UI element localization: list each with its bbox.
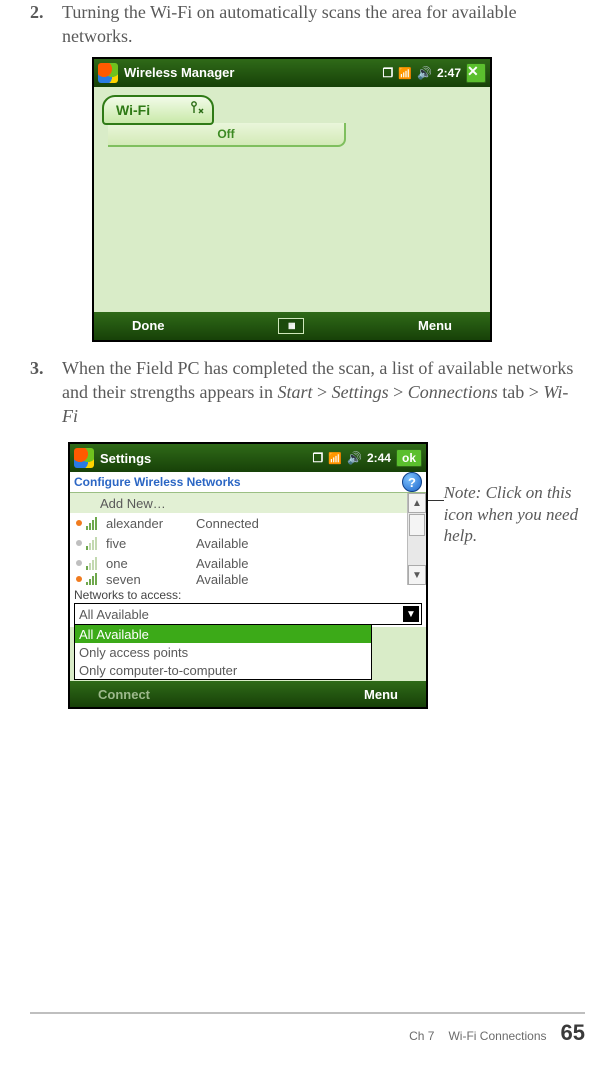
footer-page-number: 65 — [561, 1020, 585, 1046]
network-status: Connected — [196, 516, 259, 531]
signal-bars-icon — [86, 517, 100, 530]
wifi-status-text: Off — [217, 127, 234, 141]
soft-key-bar: Connect Menu — [70, 681, 426, 707]
ok-button[interactable]: ok — [396, 449, 422, 467]
system-tray: 2:44 ok — [313, 449, 422, 467]
configure-title: Configure Wireless Networks — [74, 475, 241, 489]
list-item[interactable]: one Available — [70, 553, 407, 573]
start-icon[interactable] — [74, 448, 94, 468]
network-name: seven — [106, 573, 190, 585]
configure-header: Configure Wireless Networks ? — [70, 472, 426, 493]
wireless-manager-body: Wi-Fi Off — [94, 87, 490, 312]
system-tray: 2:47 ✕ — [383, 63, 486, 83]
figure-configure-networks: Settings 2:44 ok Configure Wireless Netw… — [68, 442, 428, 709]
softkey-done[interactable]: Done — [132, 318, 165, 333]
dropdown-option[interactable]: Only computer-to-computer — [75, 661, 371, 679]
networks-to-access-label: Networks to access: — [70, 585, 426, 603]
window-title: Settings — [100, 451, 313, 466]
signal-icon — [398, 66, 412, 80]
footer-section: Wi-Fi Connections — [448, 1029, 546, 1043]
network-name: Add New… — [100, 496, 166, 511]
network-status: Available — [196, 573, 249, 585]
scroll-track[interactable] — [408, 537, 426, 565]
wifi-label: Wi-Fi — [116, 102, 150, 118]
network-name: five — [106, 536, 190, 551]
device-frame: Settings 2:44 ok Configure Wireless Netw… — [68, 442, 428, 709]
window-title: Wireless Manager — [124, 65, 383, 80]
list-item-add-new[interactable]: Add New… — [70, 493, 407, 513]
signal-bars-icon — [86, 573, 100, 585]
access-dropdown-list: All Available Only access points Only co… — [74, 624, 372, 680]
path-start: Start — [277, 382, 312, 402]
signal-bars-icon — [86, 537, 100, 550]
step-3-text: When the Field PC has completed the scan… — [62, 356, 583, 429]
wifi-status-panel[interactable]: Off — [108, 123, 346, 147]
network-status: Available — [196, 536, 249, 551]
softkey-menu[interactable]: Menu — [418, 318, 452, 333]
scroll-up-button[interactable]: ▲ — [408, 493, 426, 513]
network-list[interactable]: Add New… alexander Connected — [70, 493, 407, 585]
clock: 2:47 — [437, 66, 461, 80]
volume-icon[interactable] — [347, 451, 362, 465]
step-2: 2. Turning the Wi-Fi on automatically sc… — [30, 0, 583, 49]
connection-icon — [313, 451, 324, 465]
path-settings: Settings — [332, 382, 389, 402]
antenna-icon — [190, 100, 204, 117]
path-sep: > — [529, 382, 544, 402]
dropdown-value: All Available — [79, 607, 149, 622]
start-icon[interactable] — [98, 63, 118, 83]
softkey-menu[interactable]: Menu — [364, 687, 398, 702]
list-item[interactable]: alexander Connected — [70, 513, 407, 533]
signal-bars-icon — [86, 557, 100, 570]
scroll-down-button[interactable]: ▼ — [408, 565, 426, 585]
softkey-connect[interactable]: Connect — [98, 687, 150, 702]
help-icon-annotation: Note: Click on this icon when you need h… — [444, 482, 583, 546]
signal-icon — [328, 451, 342, 465]
soft-key-bar: Done ▦ Menu — [94, 312, 490, 340]
figure-configure-networks-row: Settings 2:44 ok Configure Wireless Netw… — [30, 436, 583, 709]
device-frame: Wireless Manager 2:47 ✕ Wi-Fi Off — [92, 57, 492, 342]
access-dropdown-wrap: All Available ▼ All Available Only acces… — [70, 603, 426, 627]
step-3: 3. When the Field PC has completed the s… — [30, 356, 583, 429]
dropdown-option[interactable]: All Available — [75, 625, 371, 643]
signal-dot-icon — [76, 520, 82, 526]
step-2-text: Turning the Wi-Fi on automatically scans… — [62, 0, 583, 49]
wifi-toggle-tab[interactable]: Wi-Fi — [102, 95, 214, 125]
configure-body: Add New… alexander Connected — [70, 493, 426, 707]
chevron-down-icon: ▼ — [403, 606, 419, 622]
signal-dot-icon — [76, 540, 82, 546]
close-button[interactable]: ✕ — [466, 63, 486, 83]
footer-chapter: Ch 7 — [409, 1029, 434, 1043]
path-connections: Connections — [408, 382, 498, 402]
list-item[interactable]: five Available — [70, 533, 407, 553]
step-3-number: 3. — [30, 356, 52, 429]
page-footer: Ch 7 Wi-Fi Connections 65 — [30, 1012, 585, 1046]
help-icon[interactable]: ? — [402, 472, 422, 492]
figure-wireless-manager: Wireless Manager 2:47 ✕ Wi-Fi Off — [92, 57, 583, 342]
path-sep: > — [312, 382, 331, 402]
connection-icon — [383, 66, 394, 80]
scroll-thumb[interactable] — [409, 514, 425, 536]
network-name: alexander — [106, 516, 190, 531]
keyboard-icon[interactable]: ▦ — [278, 318, 304, 334]
title-bar: Wireless Manager 2:47 ✕ — [94, 59, 490, 87]
clock: 2:44 — [367, 451, 391, 465]
network-list-wrap: Add New… alexander Connected — [70, 493, 426, 585]
callout-line — [428, 500, 444, 501]
signal-dot-icon — [76, 576, 82, 582]
network-name: one — [106, 556, 190, 571]
network-status: Available — [196, 556, 249, 571]
step-2-number: 2. — [30, 0, 52, 49]
list-item[interactable]: seven Available — [70, 573, 407, 585]
access-dropdown[interactable]: All Available ▼ — [74, 603, 422, 625]
scrollbar[interactable]: ▲ ▼ — [407, 493, 426, 585]
dropdown-option[interactable]: Only access points — [75, 643, 371, 661]
title-bar: Settings 2:44 ok — [70, 444, 426, 472]
path-sep: > — [389, 382, 408, 402]
volume-icon[interactable] — [417, 66, 432, 80]
signal-dot-icon — [76, 560, 82, 566]
step-3-mid: tab — [498, 382, 529, 402]
